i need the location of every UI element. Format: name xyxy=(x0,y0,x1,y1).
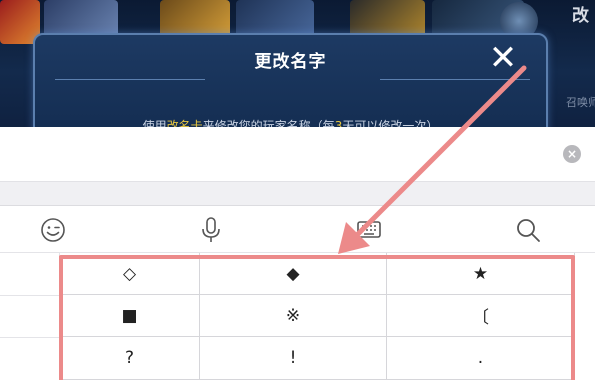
dialog-header: 更改名字 ✕ xyxy=(35,35,546,81)
search-icon[interactable] xyxy=(513,215,543,245)
microphone-icon[interactable] xyxy=(196,215,226,245)
name-input-bar: × xyxy=(0,127,595,182)
game-side-title: 改 xyxy=(572,6,589,26)
game-side-label: 召唤师 xyxy=(566,96,595,109)
annotation-highlight-box xyxy=(59,255,575,380)
close-icon[interactable]: ✕ xyxy=(483,41,523,75)
clear-icon[interactable]: × xyxy=(563,145,581,163)
dialog-divider xyxy=(55,79,205,80)
divider xyxy=(0,337,60,338)
emoji-icon[interactable] xyxy=(38,215,68,245)
divider xyxy=(0,295,60,296)
grid-right-gutter xyxy=(575,253,595,380)
dialog-divider xyxy=(380,79,530,80)
name-input[interactable] xyxy=(0,137,588,171)
dialog-title: 更改名字 xyxy=(254,52,327,72)
keyboard-toolbar xyxy=(0,207,595,253)
keyboard-divider xyxy=(0,182,595,206)
keyboard-icon[interactable] xyxy=(354,215,384,245)
grid-left-gutter xyxy=(0,253,60,380)
